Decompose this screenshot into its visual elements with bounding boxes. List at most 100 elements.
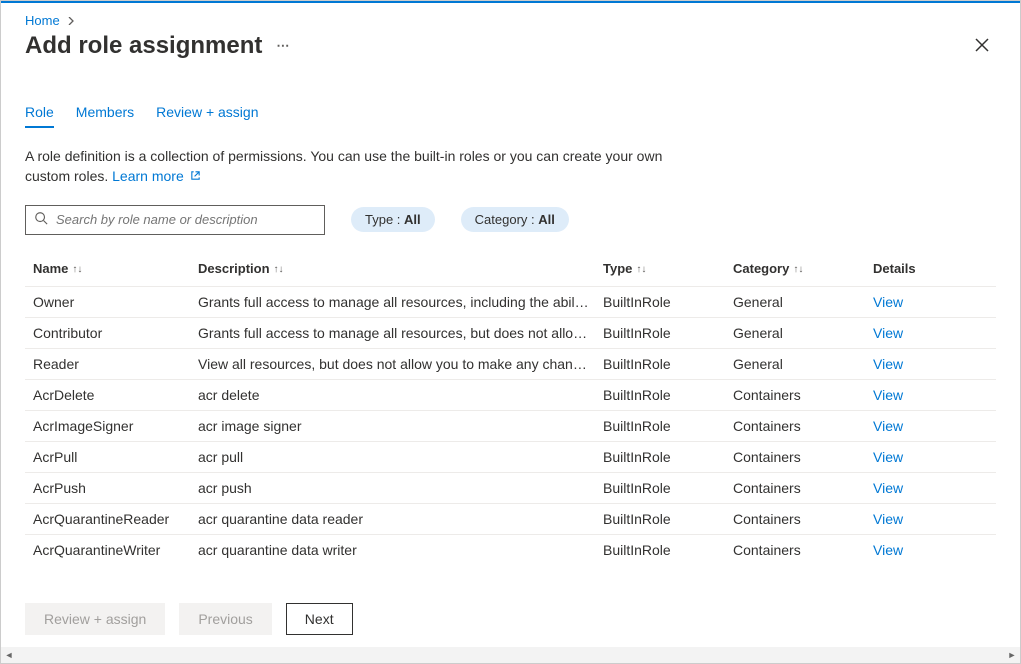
external-link-icon — [188, 168, 201, 184]
table-row[interactable]: AcrQuarantineReaderacr quarantine data r… — [25, 503, 996, 534]
role-search-box[interactable] — [25, 205, 325, 235]
search-icon — [34, 211, 54, 228]
scroll-spacer — [25, 565, 996, 591]
more-actions-button[interactable]: ⋯ — [276, 38, 290, 54]
category-filter-pill[interactable]: Category : All — [461, 207, 569, 232]
cell-type: BuiltInRole — [603, 387, 733, 403]
tabs: Role Members Review + assign — [25, 98, 996, 128]
page-title: Add role assignment — [25, 32, 262, 60]
sort-icon: ↑↓ — [636, 264, 646, 275]
view-link[interactable]: View — [873, 387, 903, 403]
description-text: A role definition is a collection of per… — [25, 146, 665, 187]
view-link[interactable]: View — [873, 542, 903, 558]
table-row[interactable]: ContributorGrants full access to manage … — [25, 317, 996, 348]
cell-name: AcrPush — [33, 480, 198, 496]
cell-name: AcrQuarantineWriter — [33, 542, 198, 558]
cell-type: BuiltInRole — [603, 294, 733, 310]
table-row[interactable]: AcrPullacr pullBuiltInRoleContainersView — [25, 441, 996, 472]
table-row[interactable]: AcrPushacr pushBuiltInRoleContainersView — [25, 472, 996, 503]
cell-name: AcrImageSigner — [33, 418, 198, 434]
cell-description: View all resources, but does not allow y… — [198, 356, 603, 372]
sort-icon: ↑↓ — [274, 264, 284, 275]
view-link[interactable]: View — [873, 356, 903, 372]
view-link[interactable]: View — [873, 418, 903, 434]
column-header-details: Details — [873, 261, 953, 276]
close-button[interactable] — [972, 36, 992, 56]
sort-icon: ↑↓ — [72, 264, 82, 275]
cell-description: acr quarantine data reader — [198, 511, 603, 527]
cell-name: Contributor — [33, 325, 198, 341]
cell-name: AcrQuarantineReader — [33, 511, 198, 527]
filter-row: Type : All Category : All — [25, 205, 996, 235]
type-filter-label: Type : — [365, 212, 404, 227]
type-filter-pill[interactable]: Type : All — [351, 207, 435, 232]
cell-type: BuiltInRole — [603, 542, 733, 558]
tab-members[interactable]: Members — [76, 98, 134, 128]
column-header-details-label: Details — [873, 261, 916, 276]
cell-description: acr push — [198, 480, 603, 496]
cell-description: Grants full access to manage all resourc… — [198, 294, 603, 310]
cell-name: Reader — [33, 356, 198, 372]
column-header-description-label: Description — [198, 261, 270, 276]
cell-type: BuiltInRole — [603, 480, 733, 496]
cell-name: Owner — [33, 294, 198, 310]
horizontal-scrollbar[interactable]: ◄ ► — [1, 647, 1020, 663]
cell-description: Grants full access to manage all resourc… — [198, 325, 603, 341]
table-row[interactable]: OwnerGrants full access to manage all re… — [25, 286, 996, 317]
scroll-left-arrow-icon[interactable]: ◄ — [1, 647, 17, 663]
cell-category: Containers — [733, 542, 873, 558]
wizard-footer: Review + assign Previous Next — [1, 591, 1020, 647]
table-row[interactable]: AcrQuarantineWriteracr quarantine data w… — [25, 534, 996, 565]
cell-category: General — [733, 356, 873, 372]
category-filter-value: All — [538, 212, 555, 227]
column-header-description[interactable]: Description ↑↓ — [198, 261, 603, 276]
previous-button[interactable]: Previous — [179, 603, 271, 635]
cell-category: Containers — [733, 418, 873, 434]
view-link[interactable]: View — [873, 294, 903, 310]
cell-category: Containers — [733, 511, 873, 527]
table-row[interactable]: AcrDeleteacr deleteBuiltInRoleContainers… — [25, 379, 996, 410]
table-row[interactable]: ReaderView all resources, but does not a… — [25, 348, 996, 379]
column-header-name[interactable]: Name ↑↓ — [33, 261, 198, 276]
sort-icon: ↑↓ — [793, 264, 803, 275]
cell-category: General — [733, 325, 873, 341]
column-header-type[interactable]: Type ↑↓ — [603, 261, 733, 276]
review-assign-button[interactable]: Review + assign — [25, 603, 165, 635]
cell-type: BuiltInRole — [603, 418, 733, 434]
column-header-category[interactable]: Category ↑↓ — [733, 261, 873, 276]
cell-description: acr quarantine data writer — [198, 542, 603, 558]
cell-category: Containers — [733, 480, 873, 496]
type-filter-value: All — [404, 212, 421, 227]
scroll-right-arrow-icon[interactable]: ► — [1004, 647, 1020, 663]
cell-name: AcrPull — [33, 449, 198, 465]
cell-type: BuiltInRole — [603, 356, 733, 372]
category-filter-label: Category : — [475, 212, 539, 227]
learn-more-label: Learn more — [112, 168, 184, 184]
tab-review-assign[interactable]: Review + assign — [156, 98, 258, 128]
column-header-name-label: Name — [33, 261, 68, 276]
tab-role[interactable]: Role — [25, 98, 54, 128]
search-input[interactable] — [54, 211, 316, 228]
roles-table: Name ↑↓ Description ↑↓ Type ↑↓ Category ↑↓ D… — [25, 251, 996, 565]
cell-type: BuiltInRole — [603, 325, 733, 341]
chevron-right-icon — [67, 13, 75, 28]
close-icon — [975, 38, 989, 55]
next-button[interactable]: Next — [286, 603, 353, 635]
cell-category: Containers — [733, 449, 873, 465]
view-link[interactable]: View — [873, 449, 903, 465]
breadcrumb-home[interactable]: Home — [25, 13, 60, 28]
view-link[interactable]: View — [873, 325, 903, 341]
view-link[interactable]: View — [873, 511, 903, 527]
table-row[interactable]: AcrImageSigneracr image signerBuiltInRol… — [25, 410, 996, 441]
cell-name: AcrDelete — [33, 387, 198, 403]
cell-category: General — [733, 294, 873, 310]
table-header-row: Name ↑↓ Description ↑↓ Type ↑↓ Category ↑↓ D… — [25, 251, 996, 286]
title-row: Add role assignment ⋯ — [1, 32, 1020, 74]
cell-description: acr image signer — [198, 418, 603, 434]
column-header-category-label: Category — [733, 261, 789, 276]
learn-more-link[interactable]: Learn more — [112, 168, 200, 184]
content-scroll-area[interactable]: Role Members Review + assign A role defi… — [1, 74, 1020, 591]
cell-description: acr pull — [198, 449, 603, 465]
column-header-type-label: Type — [603, 261, 632, 276]
view-link[interactable]: View — [873, 480, 903, 496]
